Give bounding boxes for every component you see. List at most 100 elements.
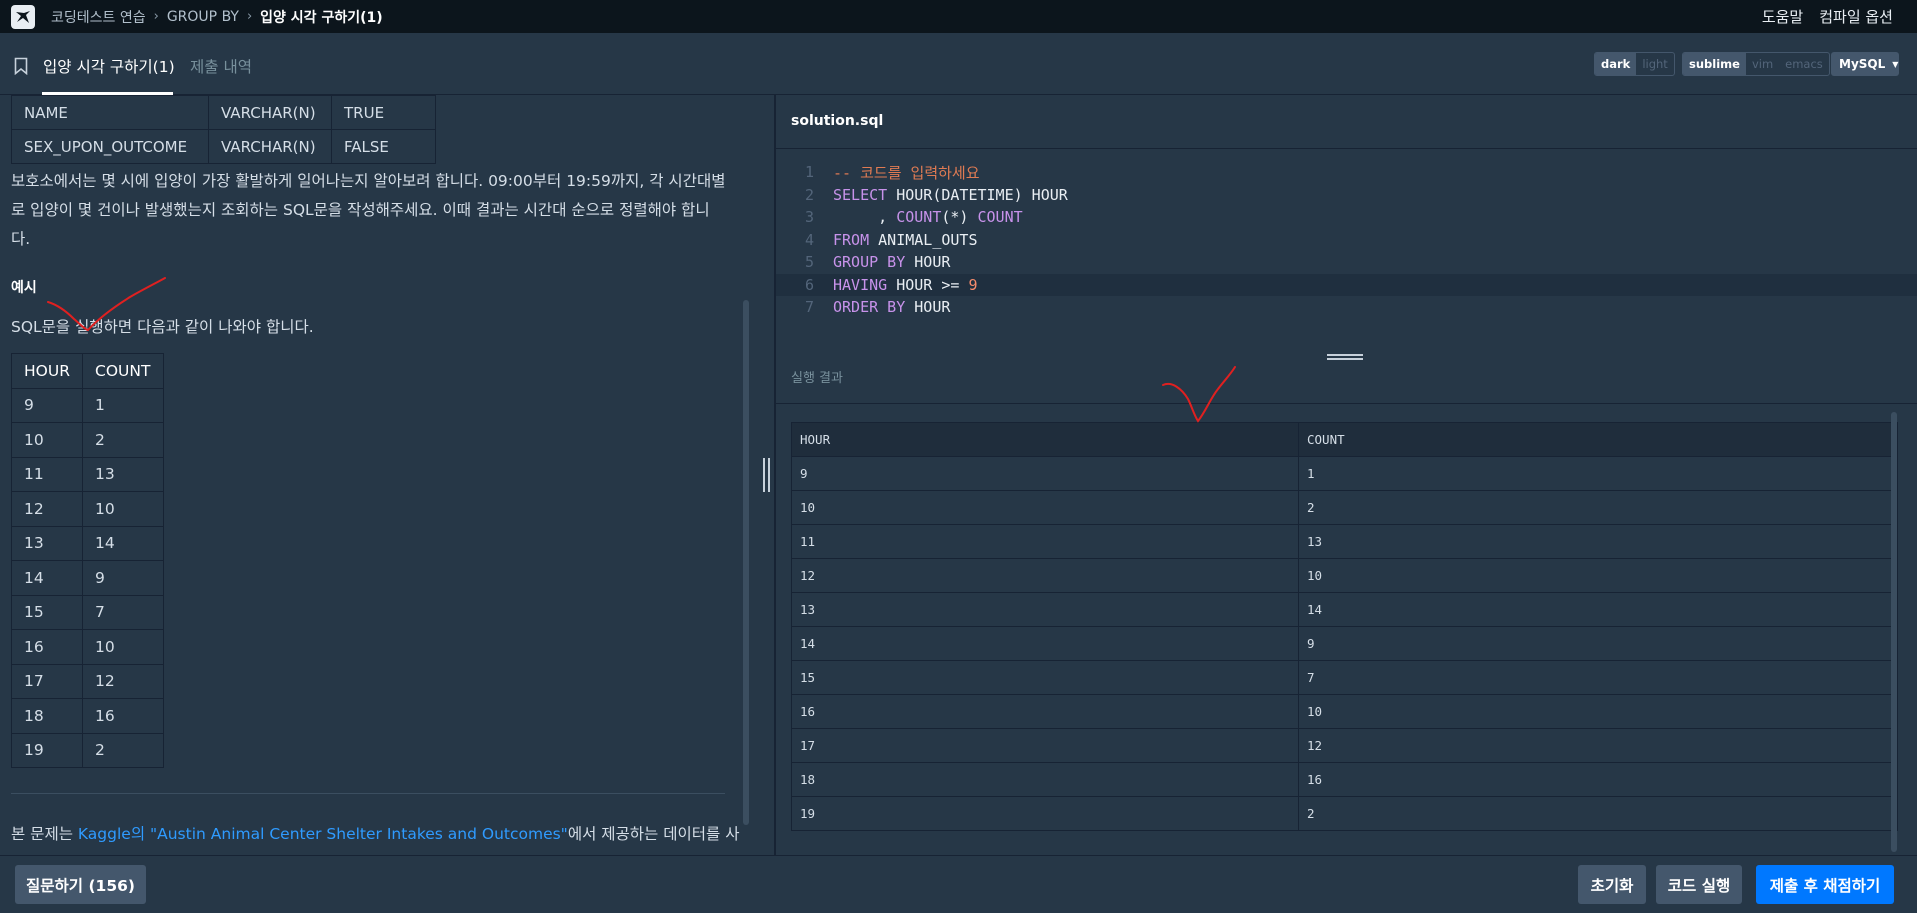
ask-question-button[interactable]: 질문하기 (156) bbox=[15, 865, 146, 904]
table-cell: 10 bbox=[1298, 694, 1898, 729]
table-cell: 13 bbox=[791, 592, 1299, 627]
table-cell: 13 bbox=[11, 525, 83, 561]
table-cell: 14 bbox=[82, 525, 164, 561]
table-cell: 15 bbox=[11, 594, 83, 630]
source-prefix: 본 문제는 bbox=[11, 825, 78, 843]
kaggle-link[interactable]: Kaggle의 "Austin Animal Center Shelter In… bbox=[78, 825, 568, 843]
file-tab[interactable]: solution.sql bbox=[791, 113, 883, 129]
breadcrumb-current: 입양 시각 구하기(1) bbox=[260, 9, 383, 26]
horizontal-resize-handle[interactable] bbox=[1327, 354, 1363, 364]
example-heading: 예시 bbox=[11, 280, 37, 296]
table-row: 15 7 bbox=[791, 660, 1898, 695]
line-number: 3 bbox=[804, 208, 814, 227]
table-cell: 11 bbox=[791, 524, 1299, 559]
table-cell: 10 bbox=[82, 629, 164, 665]
table-cell: 11 bbox=[11, 456, 83, 492]
programmers-logo-icon[interactable] bbox=[11, 4, 35, 29]
top-nav: 코딩테스트 연습 › GROUP BY › 입양 시각 구하기(1) 도움말 컴… bbox=[0, 0, 1917, 33]
caret-down-icon: ▼ bbox=[1892, 59, 1899, 69]
code-editor[interactable]: 1 -- 코드를 입력하세요 2 SELECT HOUR(DATETIME) H… bbox=[776, 150, 1917, 352]
vertical-resize-handle[interactable] bbox=[760, 458, 772, 492]
table-cell: 10 bbox=[82, 491, 164, 527]
table-cell: 2 bbox=[1298, 796, 1898, 831]
line-number: 4 bbox=[804, 230, 814, 249]
code-line: 5 GROUP BY HOUR bbox=[776, 251, 1917, 274]
theme-dark-option[interactable]: dark bbox=[1595, 53, 1637, 75]
tab-problem[interactable]: 입양 시각 구하기(1) bbox=[43, 55, 175, 77]
theme-light-option[interactable]: light bbox=[1636, 53, 1674, 75]
compile-options-link[interactable]: 컴파일 옵션 bbox=[1819, 6, 1893, 27]
table-cell: 14 bbox=[791, 626, 1299, 661]
result-table: HOUR COUNT 9 1 10 2 11 13 12 10 13 14 14 9 15 7 16 10 17… bbox=[791, 422, 1898, 831]
breadcrumb-coding-test[interactable]: 코딩테스트 연습 bbox=[51, 7, 146, 27]
table-cell: 1 bbox=[82, 387, 164, 423]
line-number: 1 bbox=[804, 163, 814, 182]
table-cell: 14 bbox=[11, 560, 83, 596]
table-row: 17 12 bbox=[11, 663, 164, 699]
table-cell: 12 bbox=[791, 558, 1299, 593]
left-scrollbar[interactable] bbox=[743, 300, 749, 825]
breadcrumb: 코딩테스트 연습 › GROUP BY › 입양 시각 구하기(1) bbox=[51, 7, 383, 27]
table-cell: 16 bbox=[11, 629, 83, 665]
table-cell: 17 bbox=[11, 663, 83, 699]
table-cell: 16 bbox=[1298, 762, 1898, 797]
table-row: 16 10 bbox=[791, 694, 1898, 729]
table-row: 10 2 bbox=[791, 490, 1898, 525]
bookmark-icon[interactable] bbox=[14, 57, 28, 75]
line-number: 6 bbox=[804, 275, 814, 294]
code-line: 2 SELECT HOUR(DATETIME) HOUR bbox=[776, 184, 1917, 207]
table-row: 11 13 bbox=[791, 524, 1898, 559]
chevron-right-icon: › bbox=[246, 9, 253, 24]
keymap-emacs-option[interactable]: emacs bbox=[1779, 53, 1829, 75]
table-cell: 12 bbox=[11, 491, 83, 527]
reset-button[interactable]: 초기화 bbox=[1578, 865, 1646, 904]
column-header: COUNT bbox=[1298, 422, 1898, 457]
chevron-right-icon: › bbox=[153, 9, 159, 24]
table-cell: 12 bbox=[82, 663, 164, 699]
example-table: HOUR COUNT 9 1 10 2 11 13 12 10 13 14 14 9 15 7 16 10 17… bbox=[11, 353, 164, 768]
keymap-sublime-option[interactable]: sublime bbox=[1683, 53, 1746, 75]
editor-header: solution.sql bbox=[776, 95, 1917, 149]
language-select[interactable]: MySQL ▼ bbox=[1831, 52, 1899, 76]
table-cell: 19 bbox=[791, 796, 1299, 831]
table-cell: 15 bbox=[791, 660, 1299, 695]
breadcrumb-group-by[interactable]: GROUP BY bbox=[167, 9, 239, 25]
table-row: 18 16 bbox=[11, 698, 164, 734]
submit-button[interactable]: 제출 후 채점하기 bbox=[1756, 865, 1894, 904]
table-cell: 10 bbox=[791, 490, 1299, 525]
table-cell: 2 bbox=[82, 422, 164, 458]
table-header-row: HOUR COUNT bbox=[11, 353, 164, 389]
table-row: 19 2 bbox=[791, 796, 1898, 831]
language-select-value: MySQL bbox=[1839, 57, 1886, 71]
column-header: HOUR bbox=[11, 353, 83, 389]
table-cell: SEX_UPON_OUTCOME bbox=[11, 129, 209, 164]
table-cell: 16 bbox=[82, 698, 164, 734]
table-cell: 12 bbox=[1298, 728, 1898, 763]
run-code-button[interactable]: 코드 실행 bbox=[1656, 865, 1742, 904]
table-row: 91 bbox=[791, 456, 1898, 491]
table-cell: 1 bbox=[1298, 456, 1898, 491]
table-cell: 9 bbox=[791, 456, 1299, 491]
table-cell: TRUE bbox=[331, 95, 436, 130]
column-header: HOUR bbox=[791, 422, 1299, 457]
code-line: 1 -- 코드를 입력하세요 bbox=[776, 161, 1917, 184]
result-scrollbar[interactable] bbox=[1891, 412, 1897, 852]
tab-submissions[interactable]: 제출 내역 bbox=[190, 55, 252, 77]
code-line-active: 6 HAVING HOUR >= 9 bbox=[776, 273, 1917, 296]
table-row: 11 13 bbox=[11, 456, 164, 492]
table-cell: 10 bbox=[1298, 558, 1898, 593]
table-row: 10 2 bbox=[11, 422, 164, 458]
keymap-vim-option[interactable]: vim bbox=[1746, 53, 1779, 75]
table-cell: 7 bbox=[82, 594, 164, 630]
table-cell: 9 bbox=[1298, 626, 1898, 661]
theme-toggle: dark light bbox=[1594, 52, 1675, 76]
table-cell: 7 bbox=[1298, 660, 1898, 695]
table-row: 14 9 bbox=[11, 560, 164, 596]
help-link[interactable]: 도움말 bbox=[1762, 6, 1803, 27]
table-row: NAME VARCHAR(N) TRUE bbox=[11, 95, 436, 130]
table-cell: 2 bbox=[1298, 490, 1898, 525]
data-source-text: 본 문제는 Kaggle의 "Austin Animal Center Shel… bbox=[11, 822, 739, 844]
table-header-row: HOUR COUNT bbox=[791, 422, 1898, 457]
table-row: 16 10 bbox=[11, 629, 164, 665]
source-suffix: 에서 제공하는 데이터를 사 bbox=[567, 825, 740, 843]
